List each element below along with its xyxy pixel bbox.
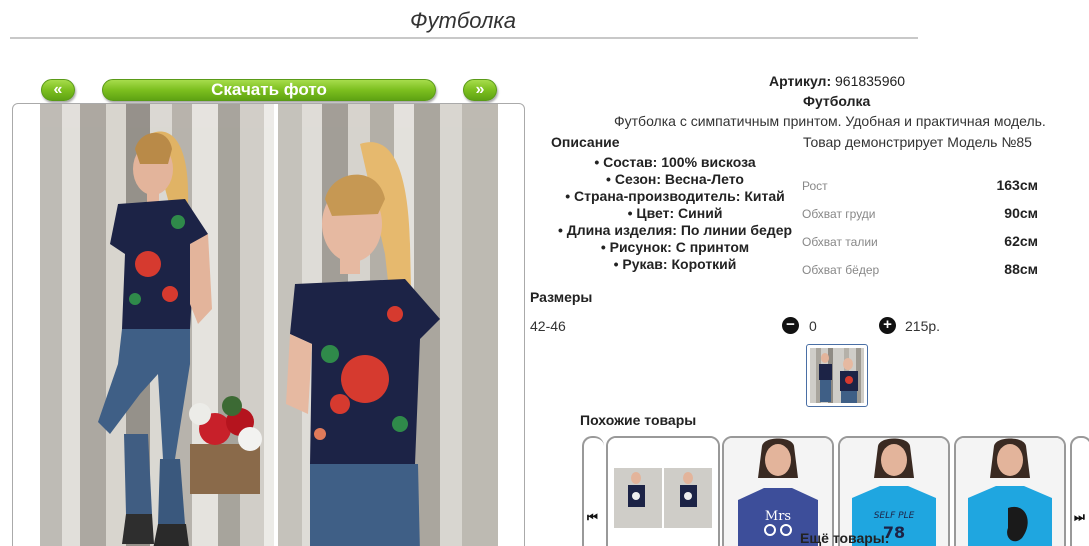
measurement-value: 163см <box>996 177 1038 193</box>
similar-item-card[interactable] <box>954 436 1066 546</box>
measurement-label: Обхват груди <box>802 207 876 221</box>
measurement-value: 62см <box>1004 233 1038 249</box>
spec-item: Длина изделия: По линии бедер <box>540 222 810 239</box>
plus-circle-icon[interactable]: + <box>879 317 896 334</box>
product-description: Футболка с симпатичным принтом. Удобная … <box>614 113 1046 129</box>
product-name: Футболка <box>803 93 871 109</box>
next-photo-button[interactable]: » <box>463 79 497 101</box>
spec-item: Состав: 100% вискоза <box>540 154 810 171</box>
size-value: 42-46 <box>530 318 566 334</box>
download-photo-button[interactable]: Скачать фото <box>102 79 436 101</box>
carousel-prev-card <box>582 436 604 546</box>
photo-thumbnail[interactable] <box>806 344 868 407</box>
measurement-row: Обхват груди 90см <box>802 205 1038 223</box>
more-items-title: Ещё товары: <box>800 530 890 546</box>
measurement-value: 90см <box>1004 205 1038 221</box>
carousel-next-card <box>1070 436 1089 546</box>
similar-item-image <box>608 438 718 546</box>
svg-text:SELF PLE: SELF PLE <box>874 511 915 521</box>
measurement-row: Обхват бёдер 88см <box>802 261 1038 279</box>
similar-item-card[interactable] <box>606 436 720 546</box>
spec-item: Страна-производитель: Китай <box>540 188 810 205</box>
similar-item-image <box>956 438 1064 546</box>
prev-photo-button[interactable]: « <box>41 79 75 101</box>
thumbnail-image <box>810 348 864 403</box>
article-label: Артикул: <box>769 73 832 89</box>
measurement-label: Обхват талии <box>802 235 878 249</box>
measurement-label: Обхват бёдер <box>802 263 880 277</box>
skip-forward-icon[interactable]: ⏭ <box>1074 510 1085 525</box>
price-value: 215р. <box>905 318 941 334</box>
product-photo-frame <box>12 103 525 546</box>
quantity-value: 0 <box>809 318 817 334</box>
spec-item: Рукав: Короткий <box>540 256 810 273</box>
measurement-row: Рост 163см <box>802 177 1038 195</box>
minus-circle-icon[interactable]: − <box>782 317 799 334</box>
spec-item: Сезон: Весна-Лето <box>540 171 810 188</box>
article-number: Артикул: 961835960 <box>769 73 905 89</box>
product-photo[interactable] <box>40 104 498 546</box>
title-divider <box>10 37 918 39</box>
similar-title: Похожие товары <box>580 412 697 428</box>
measurement-row: Обхват талии 62см <box>802 233 1038 251</box>
specs-title: Описание <box>551 134 620 150</box>
measurement-label: Рост <box>802 179 828 193</box>
page-title: Футболка <box>410 8 516 33</box>
sizes-title: Размеры <box>530 289 593 305</box>
spec-item: Цвет: Синий <box>540 205 810 222</box>
measurement-value: 88см <box>1004 261 1038 277</box>
product-photo-image <box>40 104 498 546</box>
similar-item-print: Mrs <box>765 509 791 524</box>
model-caption: Товар демонстрирует Модель №85 <box>803 134 1032 150</box>
spec-item: Рисунок: С принтом <box>540 239 810 256</box>
skip-back-icon[interactable]: ⏮ <box>587 510 598 525</box>
article-value: 961835960 <box>835 73 906 89</box>
spec-list: Состав: 100% вискоза Сезон: Весна-Лето С… <box>540 154 810 273</box>
